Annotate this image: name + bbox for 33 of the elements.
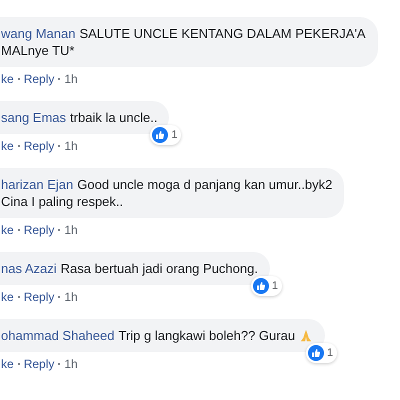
reaction-count[interactable]: 1 bbox=[306, 343, 338, 363]
action-link[interactable]: Reply bbox=[24, 71, 54, 87]
timestamp: 1h bbox=[64, 356, 78, 372]
thumbs-up-icon bbox=[152, 127, 168, 143]
action-link[interactable]: Reply bbox=[24, 222, 54, 238]
action-link[interactable]: ke bbox=[1, 356, 14, 372]
timestamp: 1h bbox=[64, 222, 78, 238]
comment-text: Rasa bertuah jadi orang Puchong. bbox=[60, 260, 258, 277]
action-link[interactable]: ke bbox=[1, 71, 14, 87]
reaction-count[interactable]: 1 bbox=[150, 125, 182, 145]
commenter-name[interactable]: ohammad Shaheed bbox=[1, 327, 114, 344]
reaction-count[interactable]: 1 bbox=[250, 276, 282, 296]
comment-text: Cina I paling respek.. bbox=[1, 193, 124, 210]
action-link[interactable]: Reply bbox=[24, 289, 54, 305]
commenter-name[interactable]: sang Emas bbox=[1, 109, 66, 126]
action-link[interactable]: Reply bbox=[24, 138, 54, 154]
commenter-name[interactable]: nas Azazi bbox=[1, 260, 57, 277]
thumbs-up-icon bbox=[252, 278, 269, 294]
comment-text: Trip g langkawi boleh?? Gurau bbox=[118, 327, 296, 344]
thumbs-up-icon bbox=[308, 345, 324, 361]
comment-text: SALUTE UNCLE KENTANG DALAM PEKERJA'A bbox=[79, 25, 366, 42]
action-link[interactable]: Reply bbox=[24, 356, 54, 372]
timestamp: 1h bbox=[64, 71, 78, 87]
comment-text: MALnye TU* bbox=[1, 42, 74, 59]
timestamp: 1h bbox=[64, 138, 78, 154]
timestamp: 1h bbox=[64, 289, 78, 305]
commenter-name[interactable]: harizan Ejan bbox=[1, 176, 74, 193]
commenter-name[interactable]: wang Manan bbox=[1, 25, 76, 42]
action-link[interactable]: ke bbox=[1, 138, 14, 154]
comment-text: trbaik la uncle.. bbox=[70, 109, 158, 126]
comment-text: Good uncle moga d panjang kan umur..byk2 bbox=[77, 176, 332, 193]
action-link[interactable]: ke bbox=[1, 289, 14, 305]
action-link[interactable]: ke bbox=[1, 222, 14, 238]
